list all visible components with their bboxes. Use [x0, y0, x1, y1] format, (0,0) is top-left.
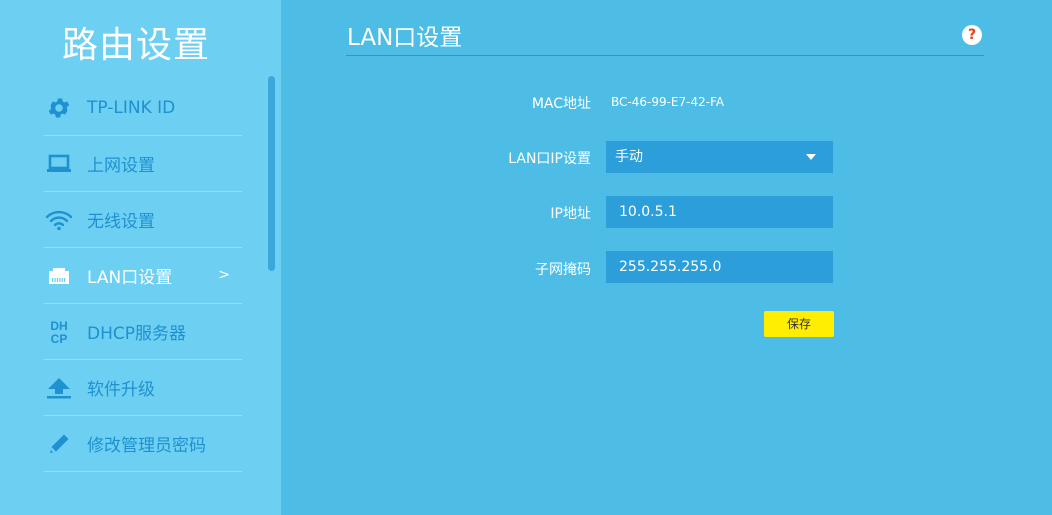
ethernet-port-icon	[45, 262, 73, 290]
chevron-down-icon	[806, 154, 816, 160]
sidebar-item-wireless[interactable]: 无线设置	[44, 192, 242, 248]
sidebar-item-dhcp[interactable]: DH CP DHCP服务器	[44, 304, 242, 360]
wifi-icon	[45, 206, 73, 234]
gear-icon	[45, 94, 73, 122]
laptop-icon	[45, 150, 73, 178]
lan-ip-mode-select[interactable]: 手动	[606, 141, 833, 173]
dhcp-icon: DH CP	[45, 318, 73, 346]
upload-icon	[45, 374, 73, 402]
sidebar-title: 路由设置	[62, 25, 211, 66]
ip-address-input[interactable]: 10.0.5.1	[606, 196, 833, 228]
sidebar: 路由设置 TP-LINK ID 上网设置 无线设置 LAN口设置 > DH CP…	[0, 0, 281, 515]
sidebar-item-label: 软件升级	[87, 380, 155, 400]
pencil-icon	[45, 430, 73, 458]
sidebar-item-label: DHCP服务器	[87, 324, 186, 344]
sidebar-item-upgrade[interactable]: 软件升级	[44, 360, 242, 416]
sidebar-item-admin-password[interactable]: 修改管理员密码	[44, 416, 242, 472]
ip-address-label: IP地址	[550, 206, 591, 222]
sidebar-item-label: 修改管理员密码	[87, 436, 206, 456]
mac-value: BC-46-99-E7-42-FA	[611, 95, 725, 109]
svg-text:DH: DH	[50, 319, 67, 333]
sidebar-item-label: TP-LINK ID	[87, 97, 176, 118]
sidebar-scrollbar[interactable]	[268, 76, 275, 271]
chevron-right-icon: >	[218, 267, 230, 283]
title-divider	[346, 55, 984, 56]
mac-label: MAC地址	[531, 96, 591, 112]
subnet-mask-input[interactable]: 255.255.255.0	[606, 251, 833, 283]
sidebar-item-lan[interactable]: LAN口设置 >	[44, 248, 242, 304]
page-title: LAN口设置	[347, 25, 463, 51]
subnet-mask-label: 子网掩码	[535, 262, 591, 278]
sidebar-item-tplink-id[interactable]: TP-LINK ID	[44, 80, 242, 136]
sidebar-item-label: 无线设置	[87, 212, 155, 232]
sidebar-nav: TP-LINK ID 上网设置 无线设置 LAN口设置 > DH CP DHCP…	[44, 80, 242, 472]
sidebar-item-label: 上网设置	[87, 156, 155, 176]
help-icon[interactable]: ?	[962, 25, 982, 45]
sidebar-item-internet[interactable]: 上网设置	[44, 136, 242, 192]
svg-text:CP: CP	[51, 332, 68, 345]
lan-ip-mode-label: LAN口IP设置	[508, 151, 591, 167]
sidebar-item-label: LAN口设置	[87, 268, 173, 288]
save-button[interactable]: 保存	[764, 311, 834, 337]
lan-ip-mode-value: 手动	[615, 149, 643, 165]
